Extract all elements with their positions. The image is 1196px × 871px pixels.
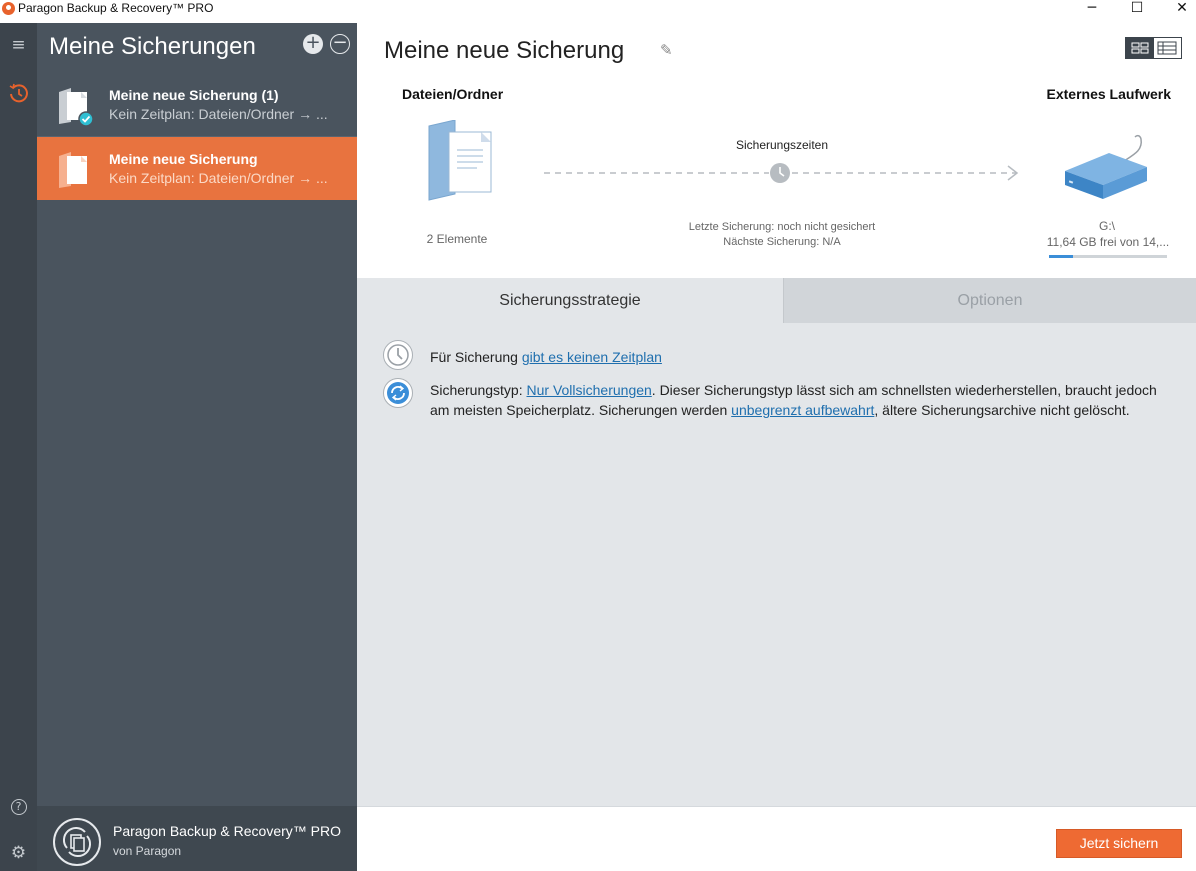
job-title: Meine neue Sicherung [384,37,625,64]
product-logo-icon [53,818,101,866]
help-icon[interactable]: ? [0,795,37,815]
remove-backup-button[interactable]: − [330,34,350,54]
backup-job-name: Meine neue Sicherung (1) [109,87,279,103]
drive-usage-bar [1049,255,1167,258]
backup-type-prefix: Sicherungstyp: [430,382,527,398]
maximize-button[interactable]: ☐ [1115,0,1159,23]
action-bar: Jetzt sichern [357,806,1196,871]
retention-link[interactable]: unbegrenzt aufbewahrt [731,402,874,418]
backup-job-subtitle: Kein Zeitplan: Dateien/Ordner → ... [109,170,328,186]
backup-list-sidebar: Meine Sicherungen + − Meine neue Sicheru… [37,23,357,871]
gear-icon[interactable]: ⚙ [0,843,37,863]
schedule-title: Sicherungszeiten [735,138,829,152]
title-bar: Paragon Backup & Recovery™ PRO ─ ☐ ✕ [0,0,1196,23]
schedule-link[interactable]: gibt es keinen Zeitplan [522,349,662,365]
tab-backup-strategy[interactable]: Sicherungsstrategie [357,278,783,323]
schedule-text: Für Sicherung gibt es keinen Zeitplan [430,347,1170,367]
files-icon [59,152,87,188]
drive-usage-fill [1049,255,1073,258]
close-button[interactable]: ✕ [1160,0,1196,23]
product-footer: Paragon Backup & Recovery™ PRO von Parag… [37,806,357,871]
nav-rail: ≡ ? ⚙ [0,23,37,871]
backup-flow-arrow [544,163,1019,183]
grid-view-button[interactable] [1126,38,1154,58]
app-logo-icon [2,2,15,15]
sidebar-title: Meine Sicherungen [49,33,256,60]
source-item-count: 2 Elemente [426,232,488,246]
edit-icon[interactable]: ✎ [660,41,673,59]
schedule-prefix: Für Sicherung [430,349,522,365]
product-name: Paragon Backup & Recovery™ PRO [113,823,341,839]
backup-job-subtitle: Kein Zeitplan: Dateien/Ordner → ... [109,106,328,122]
backup-job-item-selected[interactable]: Meine neue Sicherung Kein Zeitplan: Date… [37,137,357,200]
list-view-icon [1157,41,1177,55]
backup-now-button[interactable]: Jetzt sichern [1056,829,1182,858]
tab-options[interactable]: Optionen [783,278,1196,323]
strategy-panel: Für Sicherung gibt es keinen Zeitplan Si… [357,323,1196,806]
vendor-name: von Paragon [113,844,182,858]
backup-detail: Meine neue Sicherung ✎ Dateien/Ordner 2 … [357,23,1196,871]
grid-view-icon [1131,42,1149,54]
minimize-button[interactable]: ─ [1070,0,1114,23]
clock-icon [383,340,413,370]
backup-type-text: Sicherungstyp: Nur Vollsicherungen. Dies… [430,380,1170,420]
clock-icon[interactable] [0,83,37,109]
destination-label: Externes Laufwerk [1046,86,1172,102]
view-toggle [1125,37,1182,59]
add-backup-button[interactable]: + [303,34,323,54]
window-title: Paragon Backup & Recovery™ PRO [18,1,214,15]
menu-icon[interactable]: ≡ [0,35,37,55]
backup-type-link[interactable]: Nur Vollsicherungen [527,382,652,398]
files-icon [59,88,93,126]
folder-files-icon[interactable] [427,120,495,202]
last-backup-status: Letzte Sicherung: noch nicht gesichert [688,221,876,233]
backup-cycle-icon [383,378,413,408]
drive-letter: G:\ [1098,219,1115,233]
tab-bar: Sicherungsstrategie Optionen [357,278,1196,323]
source-label: Dateien/Ordner [402,86,504,102]
external-drive-icon[interactable] [1059,133,1151,203]
drive-free-space: 11,64 GB frei von 14,... [1046,235,1170,249]
help-glyph: ? [10,799,27,815]
next-backup-status: Nächste Sicherung: N/A [723,236,841,248]
backup-job-name: Meine neue Sicherung [109,151,258,167]
retention-suffix: , ältere Sicherungsarchive nicht gelösch… [874,402,1130,418]
list-view-button[interactable] [1153,38,1181,58]
backup-job-item[interactable]: Meine neue Sicherung (1) Kein Zeitplan: … [37,73,357,136]
